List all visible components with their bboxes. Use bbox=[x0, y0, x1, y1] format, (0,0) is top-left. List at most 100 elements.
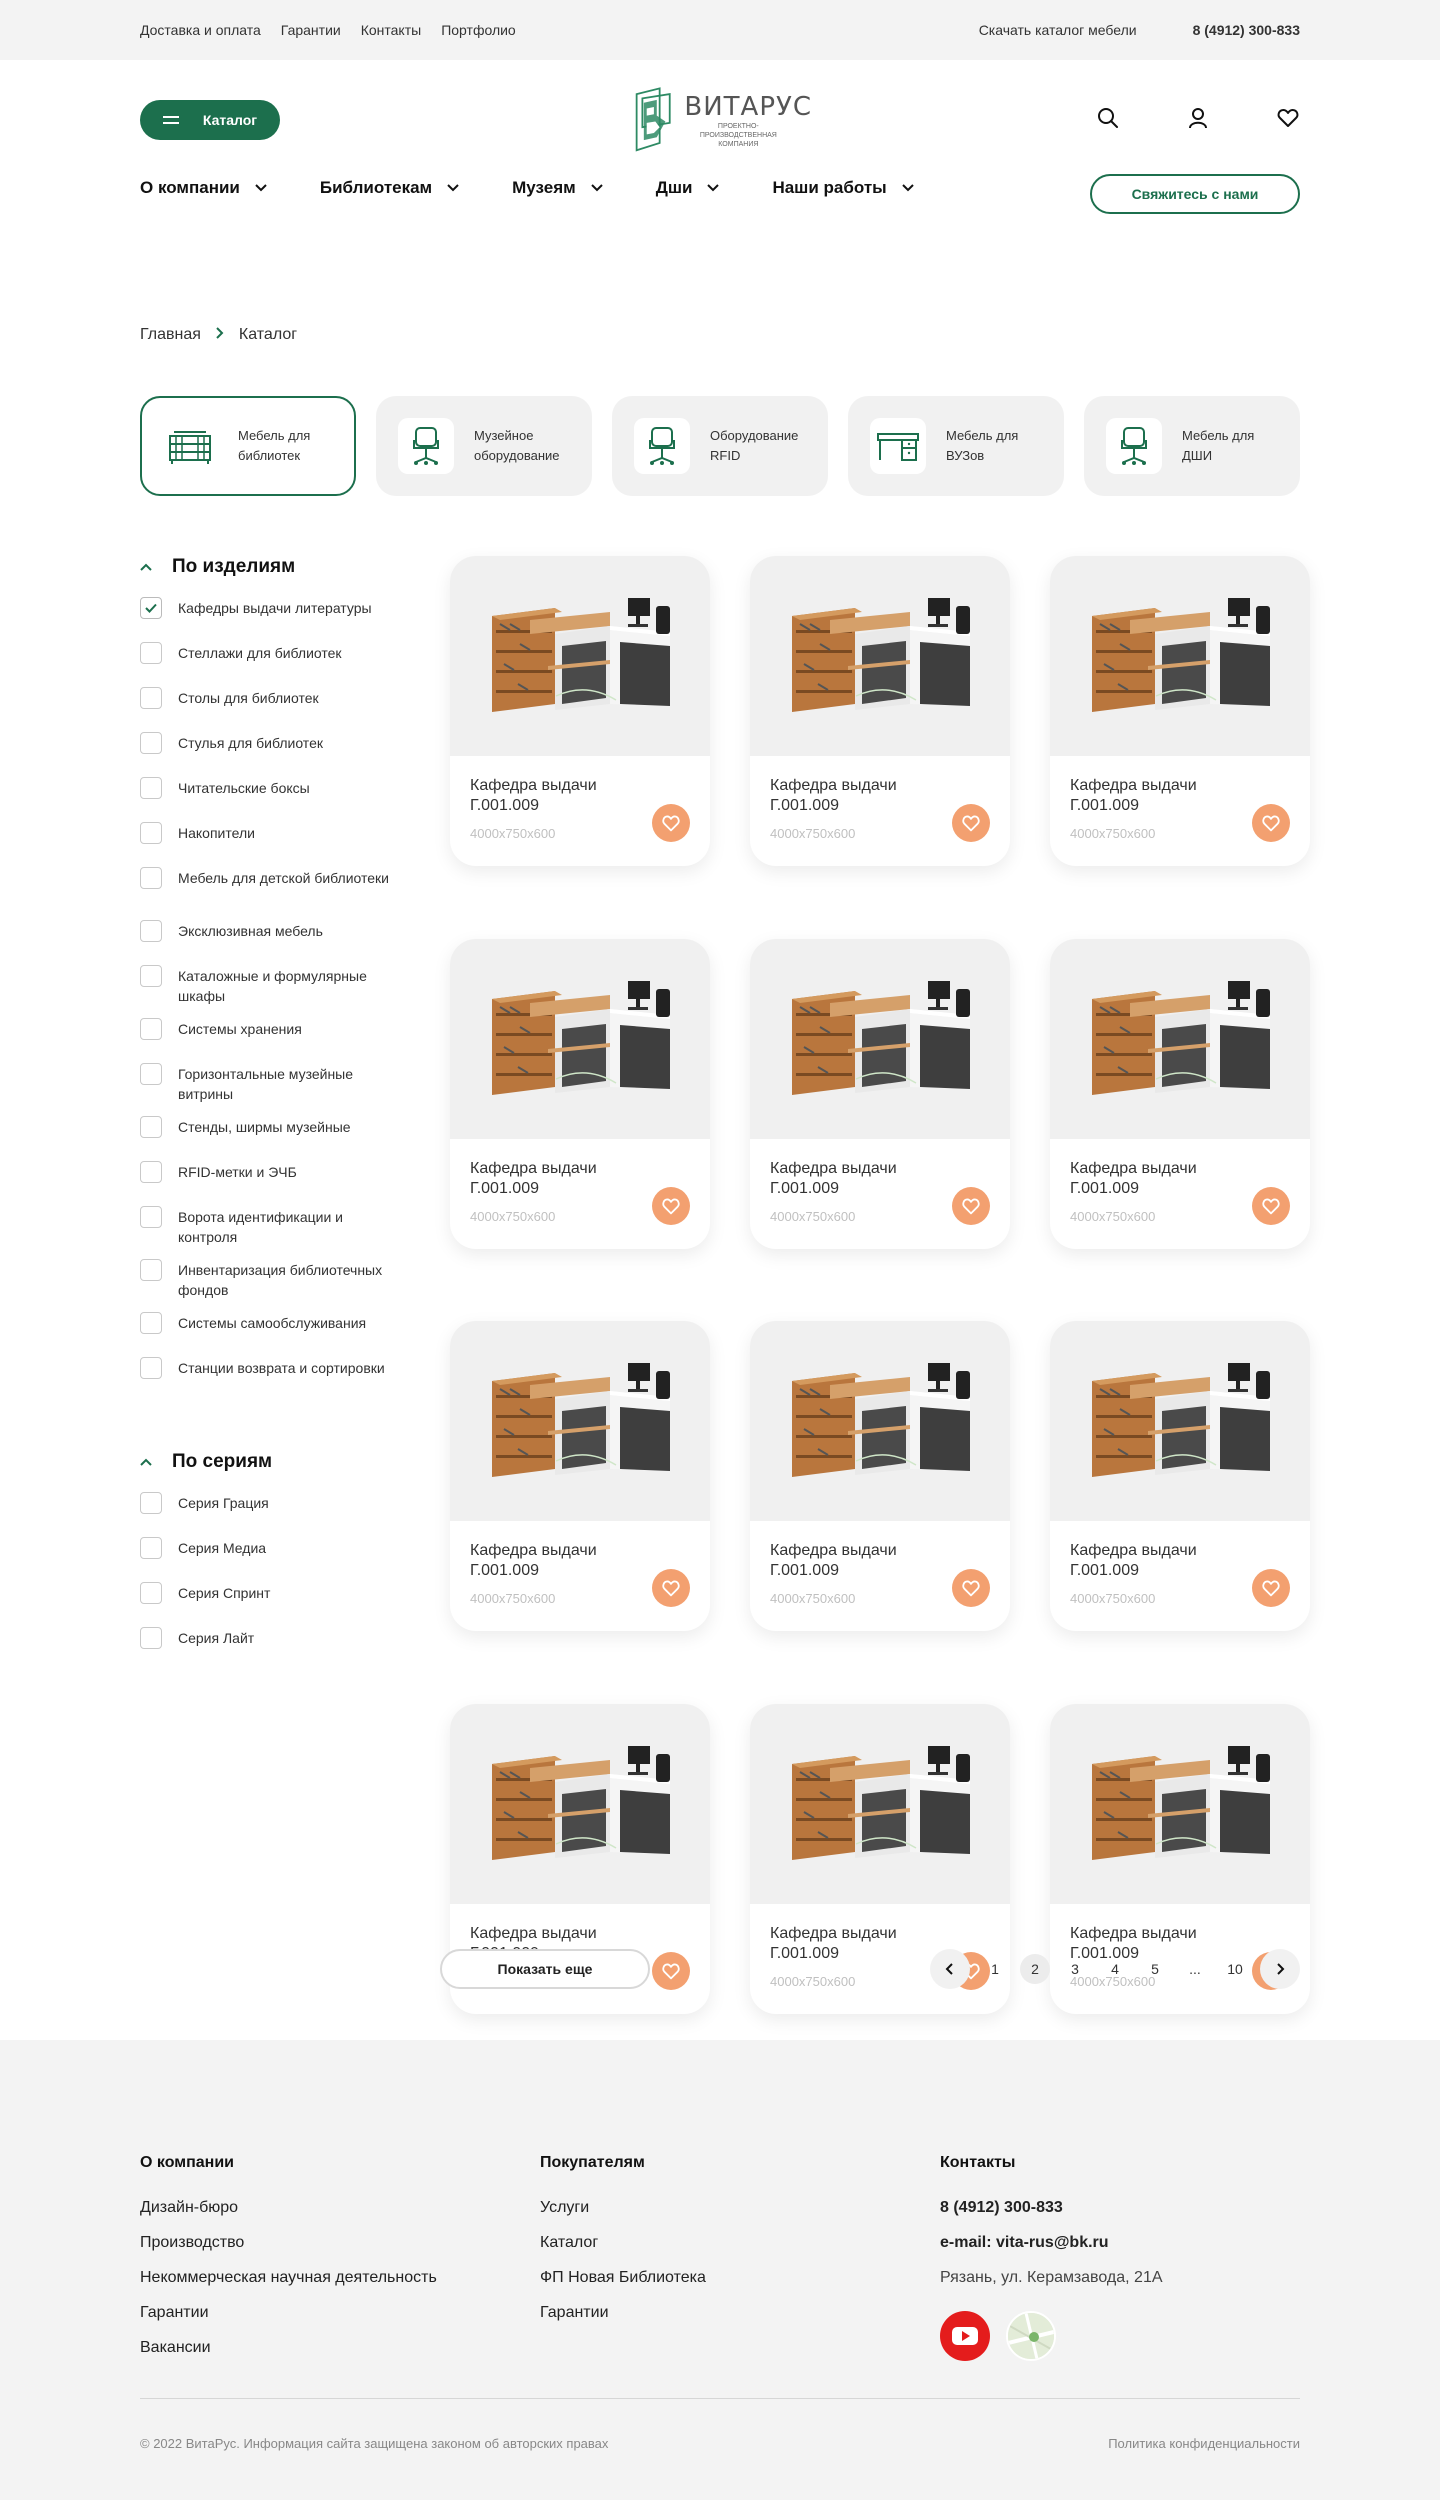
page-number[interactable]: 1 bbox=[980, 1954, 1010, 1984]
page-number[interactable]: 5 bbox=[1140, 1954, 1170, 1984]
checkbox-icon[interactable] bbox=[140, 965, 162, 987]
checkbox-icon[interactable] bbox=[140, 822, 162, 844]
catalog-button[interactable]: Каталог bbox=[140, 100, 280, 140]
category-tile[interactable]: Мебель для ДШИ bbox=[1084, 396, 1300, 496]
favorite-button[interactable] bbox=[952, 1569, 990, 1607]
product-card[interactable]: Кафедра выдачи Г.001.0094000х750х600 bbox=[1050, 1321, 1310, 1631]
product-title[interactable]: Кафедра выдачи Г.001.009 bbox=[470, 1541, 630, 1581]
checkbox-icon[interactable] bbox=[140, 777, 162, 799]
nav-item[interactable]: О компании bbox=[140, 178, 268, 198]
filter-checkbox[interactable]: Ворота идентификации и контроля bbox=[140, 1206, 400, 1260]
footer-link[interactable]: Каталог bbox=[540, 2225, 706, 2260]
product-image[interactable] bbox=[1050, 938, 1310, 1139]
page-number[interactable]: 2 bbox=[1020, 1954, 1050, 1984]
favorite-button[interactable] bbox=[952, 1186, 990, 1225]
checkbox-icon[interactable] bbox=[140, 1161, 162, 1183]
checkbox-icon[interactable] bbox=[140, 920, 162, 942]
page-number[interactable]: 3 bbox=[1060, 1954, 1090, 1984]
filter-group-products[interactable]: По изделиям bbox=[140, 556, 400, 578]
product-image[interactable] bbox=[750, 1703, 1010, 1904]
footer-link[interactable]: Некоммерческая научная деятельность bbox=[140, 2260, 437, 2295]
top-link-portfolio[interactable]: Портфолио bbox=[441, 22, 516, 38]
checkbox-icon[interactable] bbox=[140, 1627, 162, 1649]
filter-checkbox[interactable]: Серия Грация bbox=[140, 1492, 400, 1538]
filter-checkbox[interactable]: Кафедры выдачи литературы bbox=[140, 597, 400, 643]
download-catalog-link[interactable]: Скачать каталог мебели bbox=[979, 22, 1137, 38]
top-link-delivery[interactable]: Доставка и оплата bbox=[140, 22, 261, 38]
checkbox-icon[interactable] bbox=[140, 867, 162, 889]
favorite-button[interactable] bbox=[652, 1186, 690, 1225]
product-card[interactable]: Кафедра выдачи Г.001.0094000х750х600 bbox=[750, 938, 1010, 1249]
favorite-button[interactable] bbox=[652, 1569, 690, 1607]
checkbox-icon[interactable] bbox=[140, 687, 162, 709]
user-icon[interactable] bbox=[1186, 106, 1210, 130]
product-image[interactable] bbox=[1050, 1703, 1310, 1904]
footer-phone[interactable]: 8 (4912) 300-833 bbox=[940, 2190, 1163, 2225]
checkbox-icon[interactable] bbox=[140, 1312, 162, 1334]
filter-checkbox[interactable]: Серия Медиа bbox=[140, 1537, 400, 1583]
product-title[interactable]: Кафедра выдачи Г.001.009 bbox=[770, 1159, 930, 1199]
filter-checkbox[interactable]: Станции возврата и сортировки bbox=[140, 1357, 400, 1411]
filter-checkbox[interactable]: Серия Лайт bbox=[140, 1627, 400, 1673]
filter-checkbox[interactable]: RFID-метки и ЭЧБ bbox=[140, 1161, 400, 1207]
product-image[interactable] bbox=[1050, 556, 1310, 756]
favorite-button[interactable] bbox=[1252, 804, 1290, 842]
nav-item[interactable]: Наши работы bbox=[772, 178, 914, 198]
footer-link[interactable]: Дизайн-бюро bbox=[140, 2190, 437, 2225]
footer-link[interactable]: Услуги bbox=[540, 2190, 706, 2225]
footer-link[interactable]: Гарантии bbox=[540, 2295, 706, 2330]
checkbox-icon[interactable] bbox=[140, 1259, 162, 1281]
favorite-button[interactable] bbox=[1252, 1569, 1290, 1607]
category-tile[interactable]: Мебель для библиотек bbox=[140, 396, 356, 496]
filter-checkbox[interactable]: Каталожные и формулярные шкафы bbox=[140, 965, 400, 1019]
checkbox-icon[interactable] bbox=[140, 1537, 162, 1559]
product-image[interactable] bbox=[750, 556, 1010, 756]
footer-link[interactable]: Вакансии bbox=[140, 2330, 437, 2365]
logo[interactable]: ВИТАРУС проектно-производственная компан… bbox=[628, 74, 812, 166]
product-image[interactable] bbox=[450, 1321, 710, 1521]
filter-checkbox[interactable]: Системы хранения bbox=[140, 1018, 400, 1064]
checkbox-icon[interactable] bbox=[140, 642, 162, 664]
search-icon[interactable] bbox=[1096, 106, 1120, 130]
product-image[interactable] bbox=[450, 556, 710, 756]
favorite-button[interactable] bbox=[952, 804, 990, 842]
checkbox-checked-icon[interactable] bbox=[140, 597, 162, 619]
product-title[interactable]: Кафедра выдачи Г.001.009 bbox=[470, 1159, 630, 1199]
filter-checkbox[interactable]: Накопители bbox=[140, 822, 400, 868]
product-card[interactable]: Кафедра выдачи Г.001.0094000х750х600 bbox=[750, 1321, 1010, 1631]
category-tile[interactable]: Мебель для ВУЗов bbox=[848, 396, 1064, 496]
product-title[interactable]: Кафедра выдачи Г.001.009 bbox=[1070, 1159, 1230, 1199]
show-more-button[interactable]: Показать еще bbox=[440, 1949, 650, 1989]
category-tile[interactable]: Музейное оборудование bbox=[376, 396, 592, 496]
product-image[interactable] bbox=[750, 938, 1010, 1139]
breadcrumb-home[interactable]: Главная bbox=[140, 326, 201, 344]
footer-email[interactable]: e-mail: vita-rus@bk.ru bbox=[940, 2225, 1163, 2260]
checkbox-icon[interactable] bbox=[140, 1116, 162, 1138]
filter-checkbox[interactable]: Системы самообслуживания bbox=[140, 1312, 400, 1358]
top-phone[interactable]: 8 (4912) 300-833 bbox=[1193, 22, 1300, 38]
heart-icon[interactable] bbox=[1276, 106, 1300, 130]
product-title[interactable]: Кафедра выдачи Г.001.009 bbox=[1070, 1541, 1230, 1581]
nav-item[interactable]: Дши bbox=[656, 178, 721, 198]
product-title[interactable]: Кафедра выдачи Г.001.009 bbox=[770, 776, 930, 816]
filter-checkbox[interactable]: Стулья для библиотек bbox=[140, 732, 400, 778]
product-card[interactable]: Кафедра выдачи Г.001.0094000х750х600 bbox=[450, 1321, 710, 1631]
filter-checkbox[interactable]: Серия Спринт bbox=[140, 1582, 400, 1628]
filter-checkbox[interactable]: Эксклюзивная мебель bbox=[140, 920, 400, 966]
page-number[interactable]: 10 bbox=[1220, 1954, 1250, 1984]
next-page-button[interactable] bbox=[1260, 1949, 1300, 1989]
product-card[interactable]: Кафедра выдачи Г.001.0094000х750х600 bbox=[450, 938, 710, 1249]
checkbox-icon[interactable] bbox=[140, 1582, 162, 1604]
filter-checkbox[interactable]: Стенды, ширмы музейные bbox=[140, 1116, 400, 1162]
favorite-button[interactable] bbox=[1252, 1186, 1290, 1225]
filter-checkbox[interactable]: Инвентаризация библиотечных фондов bbox=[140, 1259, 400, 1313]
product-title[interactable]: Кафедра выдачи Г.001.009 bbox=[770, 1541, 930, 1581]
category-tile[interactable]: Оборудование RFID bbox=[612, 396, 828, 496]
footer-link[interactable]: Производство bbox=[140, 2225, 437, 2260]
filter-checkbox[interactable]: Столы для библиотек bbox=[140, 687, 400, 733]
product-image[interactable] bbox=[1050, 1321, 1310, 1521]
nav-item[interactable]: Библиотекам bbox=[320, 178, 460, 198]
product-image[interactable] bbox=[450, 938, 710, 1139]
prev-page-button[interactable] bbox=[930, 1949, 970, 1989]
checkbox-icon[interactable] bbox=[140, 1492, 162, 1514]
